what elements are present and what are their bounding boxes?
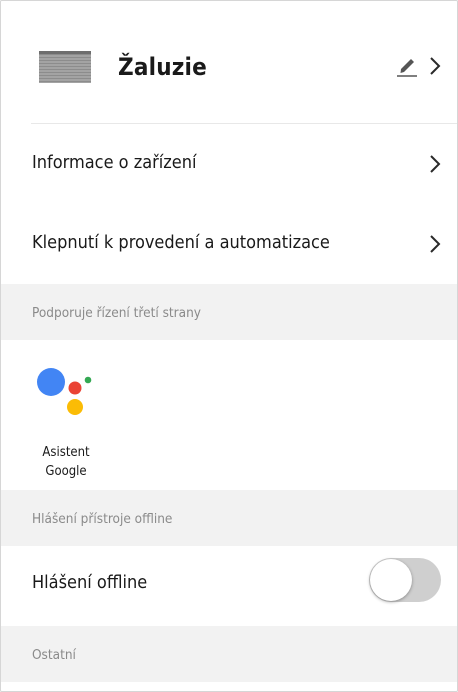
chevron-right-icon: [430, 155, 441, 173]
offline-report-label: Hlášení offline: [32, 572, 148, 593]
offline-toggle[interactable]: [369, 558, 441, 602]
device-info-label: Informace o zařízení: [32, 152, 197, 173]
tap-automation-row[interactable]: Klepnutí k provedení a automatizace: [1, 204, 457, 284]
google-assistant-icon[interactable]: [35, 365, 97, 421]
device-info-row[interactable]: Informace o zařízení: [1, 124, 457, 204]
toggle-knob: [370, 559, 412, 601]
chevron-right-icon: [430, 235, 441, 253]
other-card: [1, 682, 457, 691]
blinds-thumbnail-icon: [39, 51, 91, 83]
device-header: Žaluzie: [1, 1, 457, 124]
chevron-right-icon[interactable]: [428, 56, 442, 76]
assistant-label-line1: Asistent: [42, 445, 90, 460]
third-party-section-label: Podporuje řízení třetí strany: [32, 305, 201, 321]
tap-automation-label: Klepnutí k provedení a automatizace: [32, 232, 330, 253]
assistant-label-line2: Google: [45, 464, 87, 479]
device-title: Žaluzie: [118, 53, 207, 81]
google-assistant-label[interactable]: Asistent Google: [40, 443, 92, 481]
offline-section-label: Hlášení přístroje offline: [32, 511, 173, 527]
pencil-edit-icon[interactable]: [395, 55, 419, 77]
other-section-label: Ostatní: [32, 647, 76, 663]
